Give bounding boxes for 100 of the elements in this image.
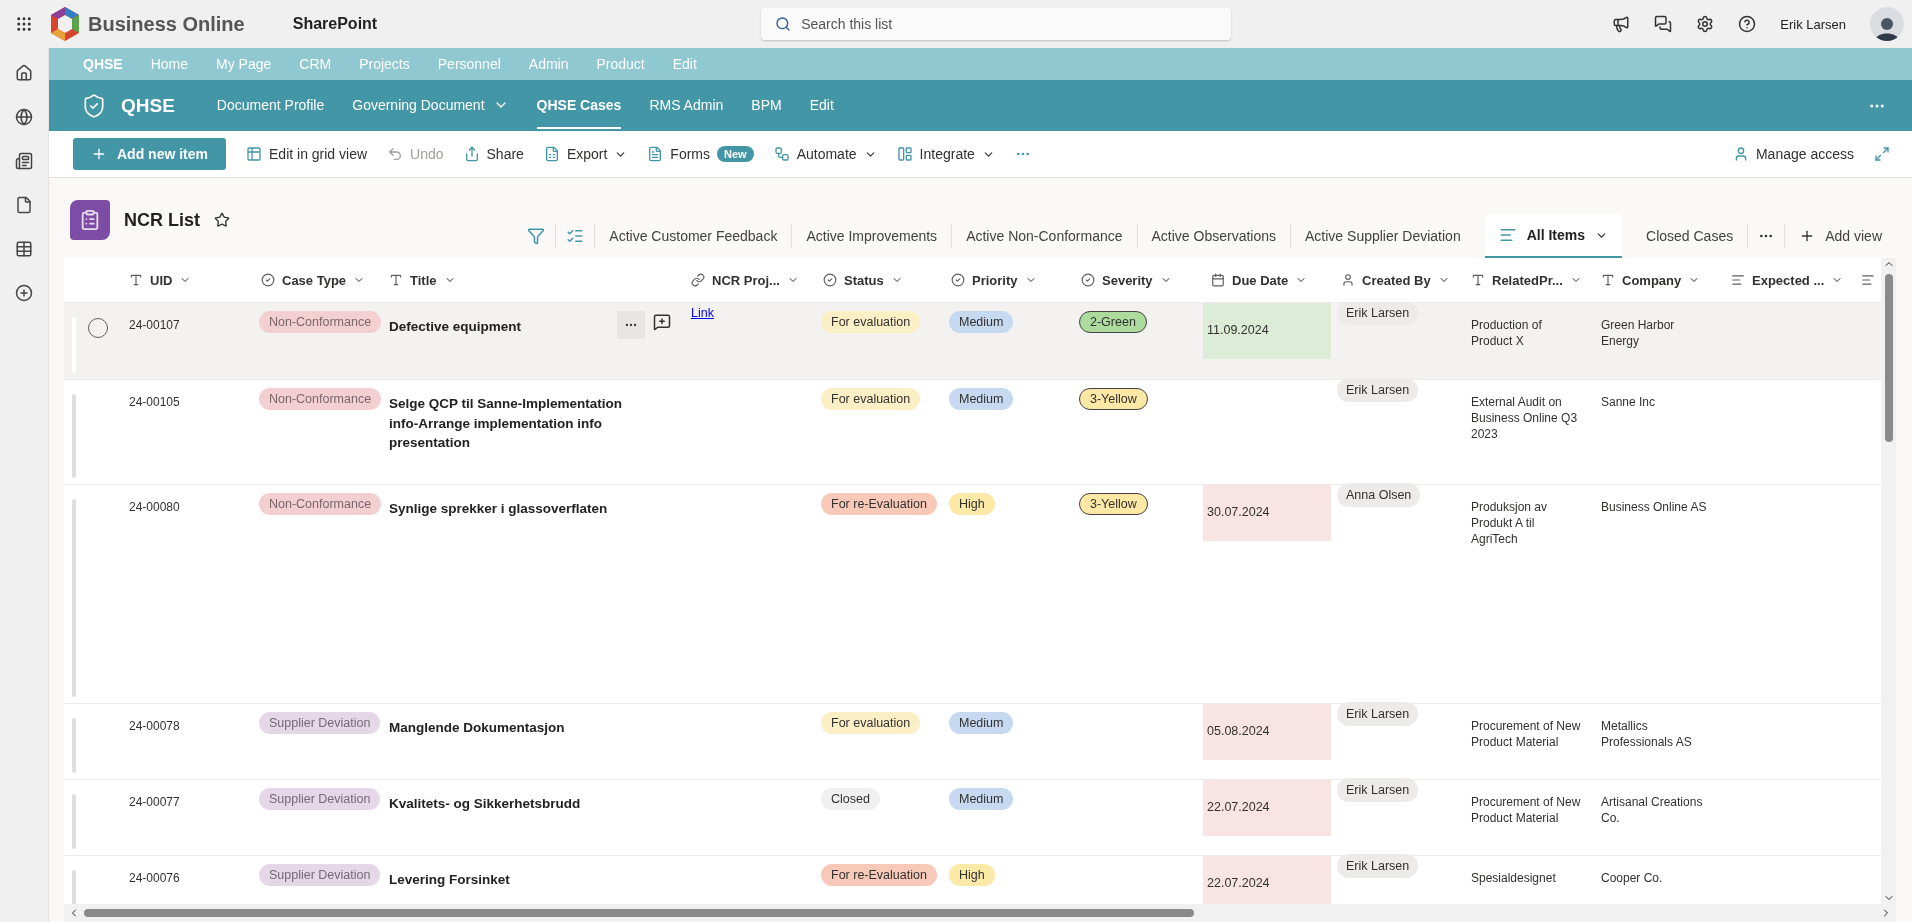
person-column-icon	[1341, 273, 1355, 287]
priority-tag: Medium	[949, 388, 1014, 410]
view-tab[interactable]: Active Customer Feedback	[595, 214, 792, 258]
list-row[interactable]: 24-00107 Non-Conformance Defective equipment Link For evaluation Medium 2-Green 11.09.2024 Erik Larsen Production of Product X Green Harbor Energy	[64, 303, 1881, 380]
undo-icon	[387, 146, 404, 162]
checklist-icon	[566, 227, 585, 245]
title-cell[interactable]: Defective equipment	[389, 317, 522, 337]
document-icon[interactable]	[15, 196, 33, 214]
command-button[interactable]: Export	[535, 138, 636, 170]
related-project-cell-text: Spesialdesignet	[1470, 870, 1557, 887]
person-chip[interactable]: Erik Larsen	[1337, 378, 1419, 402]
command-button[interactable]: Edit in grid view	[238, 138, 376, 170]
comment-icon[interactable]	[653, 313, 671, 331]
column-header[interactable]: Status	[813, 272, 941, 288]
status-tag: For re-Evaluation	[821, 864, 937, 886]
list-title: NCR List	[124, 209, 200, 231]
globe-icon[interactable]	[15, 108, 33, 126]
column-header[interactable]: NCR Proj...	[681, 272, 813, 288]
due-date-cell: 30.07.2024	[1203, 485, 1331, 541]
person-chip[interactable]: Erik Larsen	[1337, 303, 1419, 325]
grid-icon	[246, 146, 262, 162]
expand-icon	[1874, 146, 1890, 162]
priority-tag: Medium	[949, 311, 1014, 333]
command-button[interactable]: Forms New	[639, 138, 762, 170]
title-cell[interactable]: Kvalitets- og Sikkerhetsbrudd	[389, 794, 581, 814]
search-field[interactable]: Search this list	[761, 8, 1232, 40]
multiline-column-icon	[1861, 273, 1875, 287]
view-icon	[1498, 226, 1517, 244]
create-icon[interactable]	[15, 284, 33, 302]
user-name[interactable]: Erik Larsen	[1780, 16, 1846, 32]
person-chip[interactable]: Erik Larsen	[1337, 854, 1419, 878]
title-cell[interactable]: Selge QCP til Sanne-Implementation info-Arrange implementation info presentation	[389, 394, 644, 453]
column-header[interactable]: RelatedPr...	[1461, 272, 1591, 288]
scroll-thumb[interactable]	[84, 909, 1194, 917]
vertical-scrollbar[interactable]	[1881, 258, 1896, 904]
share-icon	[463, 146, 480, 162]
view-tab[interactable]: Closed Cases	[1632, 214, 1748, 258]
scroll-thumb[interactable]	[1884, 274, 1893, 442]
megaphone-icon[interactable]	[1612, 15, 1631, 33]
person-chip[interactable]: Anna Olsen	[1337, 483, 1421, 507]
uid-cell-text: 24-00076	[128, 870, 181, 887]
filter-icon	[527, 227, 546, 245]
command-button[interactable]: Integrate	[888, 138, 1003, 170]
column-header[interactable]: Expected ...	[1721, 272, 1851, 288]
app-launcher-icon[interactable]	[15, 15, 33, 33]
view-tab[interactable]: Active Observations	[1137, 214, 1291, 258]
person-chip[interactable]: Erik Larsen	[1337, 778, 1419, 802]
column-header[interactable]: Priority	[941, 272, 1071, 288]
due-date-cell: 22.07.2024	[1203, 856, 1331, 904]
column-header[interactable]: UID	[119, 272, 251, 288]
forms-icon	[647, 146, 664, 162]
list-row[interactable]: 24-00078 Supplier Deviation Manglende Dokumentasjon For evaluation Medium 05.08.2024 Erik Larsen Procurement of New Product Material Metallics Professionals AS	[64, 704, 1881, 780]
list-row[interactable]: 24-00105 Non-Conformance Selge QCP til Sanne-Implementation info-Arrange implementation info presentation For evaluation Medium 3-Yellow Erik Larsen External Audit on Business Online Q3 2023 Sanne Inc	[64, 380, 1881, 485]
priority-tag: High	[949, 864, 995, 886]
horizontal-scrollbar[interactable]	[64, 904, 1896, 922]
command-button[interactable]: Share	[455, 138, 532, 170]
news-icon[interactable]	[15, 152, 33, 170]
column-header[interactable]: Company	[1591, 272, 1721, 288]
severity-tag: 3-Yellow	[1079, 493, 1148, 515]
company-cell-text: Business Online AS	[1600, 499, 1708, 516]
search-icon	[775, 16, 792, 32]
column-header[interactable]: Case Type	[251, 272, 379, 288]
project-link[interactable]: Link	[681, 303, 724, 320]
priority-tag: High	[949, 493, 995, 515]
help-icon[interactable]	[1738, 15, 1757, 33]
column-header[interactable]: Severity	[1071, 272, 1201, 288]
case-type-tag: Supplier Deviation	[259, 864, 381, 886]
view-tab[interactable]: Active Non-Conformance	[952, 214, 1137, 258]
status-tag: For evaluation	[821, 712, 921, 734]
view-tab[interactable]: Active Supplier Deviation	[1291, 214, 1475, 258]
view-tab[interactable]: All Items	[1484, 214, 1623, 258]
due-date-cell: 22.07.2024	[1203, 780, 1331, 836]
home-icon[interactable]	[15, 64, 33, 82]
avatar[interactable]	[1870, 7, 1904, 41]
list-row[interactable]: 24-00077 Supplier Deviation Kvalitets- og Sikkerhetsbrudd Closed Medium 22.07.2024 Erik Larsen Procurement of New Product Material Artisanal Creations Co.	[64, 780, 1881, 856]
status-tag: For re-Evaluation	[821, 493, 937, 515]
text-column-icon	[1601, 273, 1615, 287]
column-header[interactable]: Created By	[1331, 272, 1461, 288]
choice-column-icon	[951, 273, 965, 287]
manage-access-button[interactable]: Manage access	[1724, 138, 1862, 170]
chat-icon[interactable]	[1654, 15, 1673, 33]
status-tag: For evaluation	[821, 311, 921, 333]
title-cell[interactable]: Manglende Dokumentasjon	[389, 718, 565, 738]
column-header[interactable]: Due Date	[1201, 272, 1331, 288]
person-chip[interactable]: Erik Larsen	[1337, 702, 1419, 726]
list-row[interactable]: 24-00080 Non-Conformance Synlige sprekker i glassoverflaten For re-Evaluation High 3-Yellow 30.07.2024 Anna Olsen Produksjon av Produkt A til AgriTech Business Online AS	[64, 485, 1881, 704]
column-header[interactable]: Title	[379, 272, 681, 288]
view-tab[interactable]: Active Improvements	[792, 214, 952, 258]
title-cell[interactable]: Levering Forsinket	[389, 870, 510, 890]
favorite-star-icon[interactable]	[214, 212, 230, 228]
product-name[interactable]: SharePoint	[292, 15, 378, 33]
title-cell[interactable]: Synlige sprekker i glassoverflaten	[389, 499, 608, 519]
case-type-tag: Supplier Deviation	[259, 712, 381, 734]
uid-cell-text: 24-00077	[128, 794, 181, 811]
list-icon[interactable]	[15, 240, 33, 258]
case-type-tag: Supplier Deviation	[259, 788, 381, 810]
settings-icon[interactable]	[1696, 15, 1715, 33]
plus-icon	[91, 146, 107, 162]
command-button[interactable]: Automate	[765, 138, 885, 170]
add-view-button[interactable]: Add view	[1785, 214, 1896, 258]
